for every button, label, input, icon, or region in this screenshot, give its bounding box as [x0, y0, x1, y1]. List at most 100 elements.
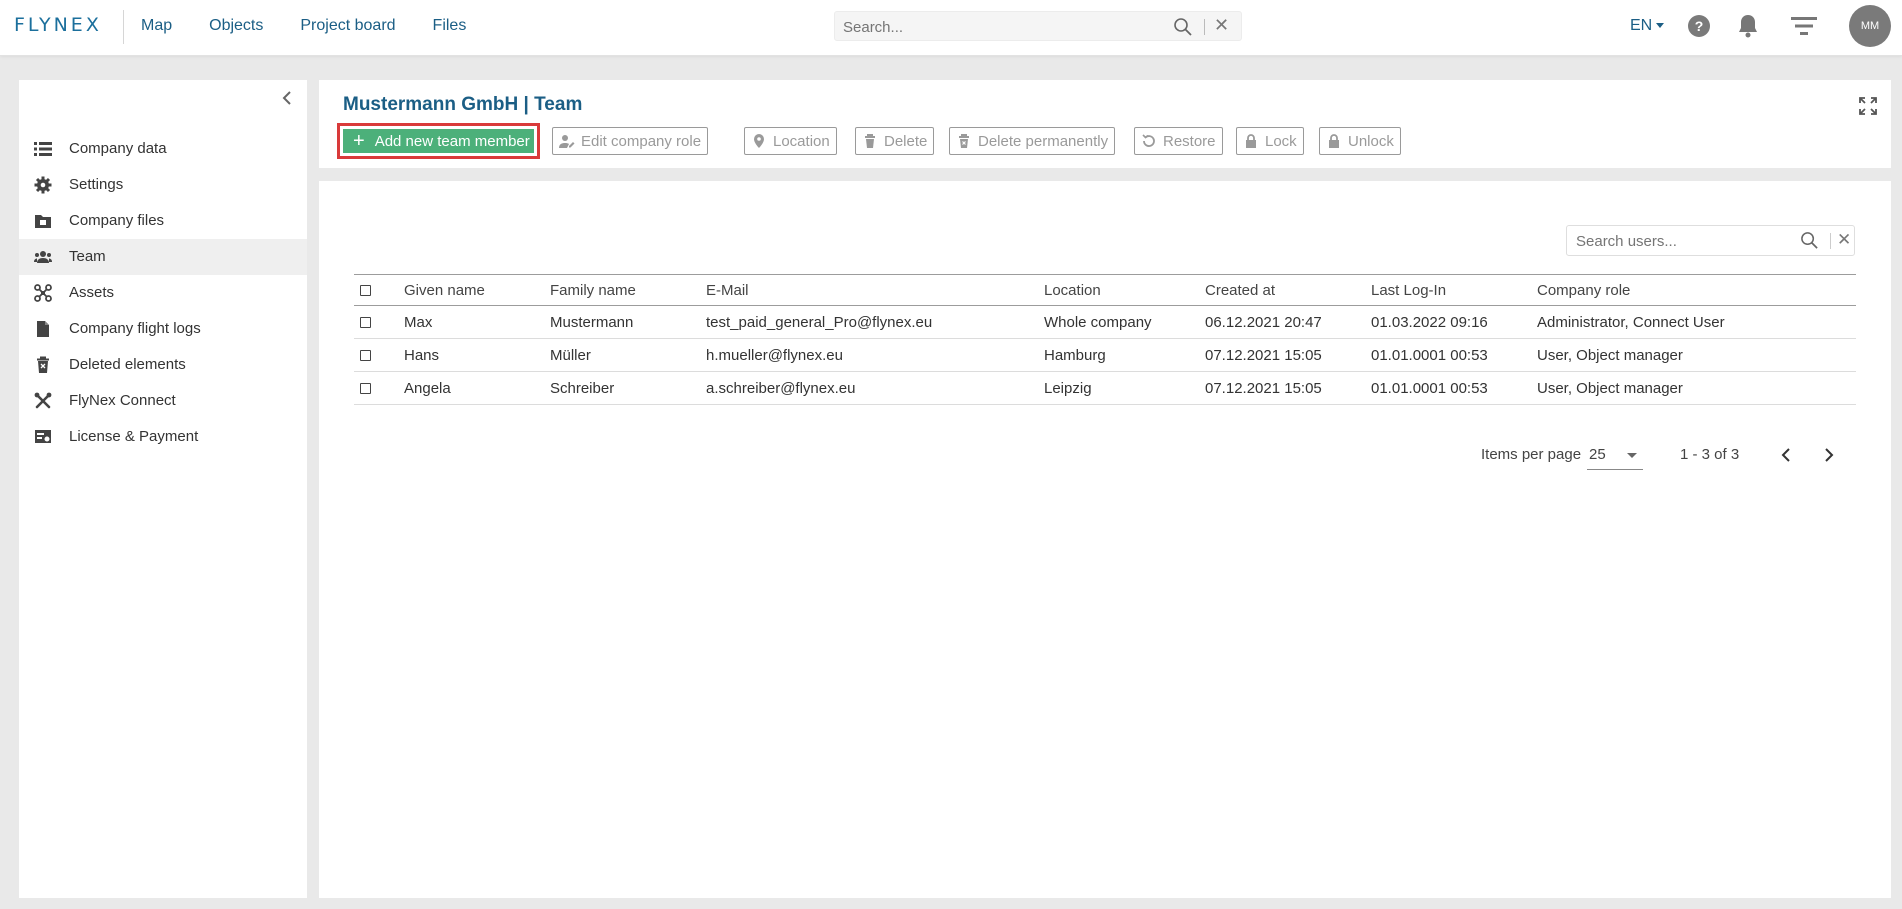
column-header[interactable]: Family name — [550, 274, 706, 306]
select-all-checkbox[interactable] — [360, 285, 371, 297]
table-row[interactable]: Max Mustermann test_paid_general_Pro@fly… — [354, 305, 1856, 339]
restore-label: Restore — [1163, 132, 1216, 150]
license-icon — [35, 430, 51, 443]
search-divider — [1830, 233, 1831, 249]
avatar[interactable]: MM — [1849, 5, 1891, 47]
sidebar-item-label: Assets — [69, 284, 115, 301]
company-role-cell: User, Object manager — [1537, 338, 1856, 372]
add-button-highlight: + Add new team member — [337, 123, 540, 159]
sidebar-item-label: Settings — [69, 176, 124, 193]
last-login-cell: 01.01.0001 00:53 — [1371, 338, 1537, 372]
table-header-row: Given name Family name E-Mail Location C… — [354, 274, 1856, 306]
created-at-cell: 06.12.2021 20:47 — [1205, 305, 1371, 339]
edit-company-role-button[interactable]: Edit company role — [552, 127, 709, 155]
sidebar-item-company-files[interactable]: Company files — [19, 203, 307, 239]
delete-permanently-label: Delete permanently — [978, 132, 1109, 150]
column-header[interactable]: Created at — [1205, 274, 1371, 306]
edit-company-role-label: Edit company role — [581, 132, 702, 150]
delete-permanently-button[interactable]: Delete permanently — [949, 127, 1116, 155]
team-panel: ✕ Given name Family name E-Mail Location… — [319, 181, 1891, 898]
sidebar: Company data Settings Company files Team… — [19, 80, 307, 898]
select-all-cell — [354, 274, 404, 306]
flynex-logo[interactable]: FLYNEX — [14, 14, 102, 36]
delete-button[interactable]: Delete — [855, 127, 935, 155]
trash-icon — [865, 134, 875, 148]
chevron-left-icon[interactable] — [1778, 446, 1796, 464]
search-icon[interactable] — [1800, 231, 1819, 250]
chevron-right-icon[interactable] — [1819, 446, 1837, 464]
column-header[interactable]: E-Mail — [706, 274, 1044, 306]
search-icon[interactable] — [1173, 17, 1193, 37]
plus-icon: + — [353, 130, 365, 152]
company-role-cell: User, Object manager — [1537, 371, 1856, 405]
global-search: ✕ — [834, 11, 1242, 41]
sidebar-item-label: Company flight logs — [69, 320, 201, 337]
company-role-cell: Administrator, Connect User — [1537, 305, 1856, 339]
unlock-label: Unlock — [1348, 132, 1394, 150]
items-per-page-label: Items per page — [1481, 446, 1582, 463]
sidebar-item-deleted-elements[interactable]: Deleted elements — [19, 347, 307, 383]
column-header[interactable]: Last Log-In — [1371, 274, 1537, 306]
unlock-icon — [1329, 134, 1339, 148]
sidebar-item-company-data[interactable]: Company data — [19, 131, 307, 167]
language-selector[interactable]: EN — [1630, 17, 1665, 35]
drone-icon — [34, 284, 52, 302]
lock-label: Lock — [1265, 132, 1297, 150]
clear-icon[interactable]: ✕ — [1837, 230, 1851, 250]
filter-icon[interactable] — [1790, 14, 1818, 38]
column-header[interactable]: Location — [1044, 274, 1205, 306]
nav-objects[interactable]: Objects — [209, 17, 263, 35]
items-per-page-value: 25 — [1589, 446, 1606, 463]
help-icon[interactable]: ? — [1688, 15, 1710, 37]
table-row[interactable]: Angela Schreiber a.schreiber@flynex.eu L… — [354, 371, 1856, 405]
given-name-cell: Max — [404, 305, 550, 339]
add-team-member-button[interactable]: + Add new team member — [343, 129, 534, 153]
column-header[interactable]: Given name — [404, 274, 550, 306]
clear-icon[interactable]: ✕ — [1214, 15, 1229, 36]
chevron-left-icon[interactable] — [277, 88, 297, 108]
nav-files[interactable]: Files — [433, 17, 467, 35]
nav-map[interactable]: Map — [141, 17, 172, 35]
location-cell: Whole company — [1044, 305, 1205, 339]
bell-icon[interactable] — [1736, 13, 1760, 39]
family-name-cell: Müller — [550, 338, 706, 372]
last-login-cell: 01.03.2022 09:16 — [1371, 305, 1537, 339]
sidebar-item-license-payment[interactable]: License & Payment — [19, 419, 307, 455]
column-header[interactable]: Company role — [1537, 274, 1856, 306]
user-search-input[interactable] — [1576, 231, 1796, 251]
user-search: ✕ — [1566, 225, 1855, 256]
row-checkbox[interactable] — [360, 317, 371, 329]
given-name-cell: Angela — [404, 371, 550, 405]
lock-button[interactable]: Lock — [1236, 127, 1304, 155]
items-per-page-select[interactable]: 25 — [1587, 440, 1643, 470]
table-row[interactable]: Hans Müller h.mueller@flynex.eu Hamburg … — [354, 338, 1856, 372]
sidebar-item-flynex-connect[interactable]: FlyNex Connect — [19, 383, 307, 419]
row-checkbox[interactable] — [360, 350, 371, 362]
trash-icon — [37, 356, 49, 373]
last-login-cell: 01.01.0001 00:53 — [1371, 371, 1537, 405]
expand-icon[interactable] — [1858, 96, 1878, 116]
location-button[interactable]: Location — [744, 127, 837, 155]
sidebar-item-label: Deleted elements — [69, 356, 186, 373]
row-checkbox[interactable] — [360, 383, 371, 395]
map-pin-icon — [754, 134, 764, 148]
unlock-button[interactable]: Unlock — [1319, 127, 1401, 155]
lock-icon — [1246, 134, 1256, 148]
top-navigation: Map Objects Project board Files — [141, 17, 503, 35]
sidebar-menu: Company data Settings Company files Team… — [19, 131, 307, 455]
document-icon — [37, 321, 49, 337]
tools-icon — [34, 392, 52, 409]
given-name-cell: Hans — [404, 338, 550, 372]
add-team-member-label: Add new team member — [374, 132, 530, 150]
sidebar-item-assets[interactable]: Assets — [19, 275, 307, 311]
sidebar-item-settings[interactable]: Settings — [19, 167, 307, 203]
family-name-cell: Mustermann — [550, 305, 706, 339]
sidebar-item-company-flight-logs[interactable]: Company flight logs — [19, 311, 307, 347]
created-at-cell: 07.12.2021 15:05 — [1205, 338, 1371, 372]
sidebar-item-team[interactable]: Team — [19, 239, 307, 275]
global-search-input[interactable] — [843, 16, 1163, 38]
nav-project-board[interactable]: Project board — [300, 17, 395, 35]
restore-icon — [1142, 134, 1155, 147]
restore-button[interactable]: Restore — [1134, 127, 1223, 155]
family-name-cell: Schreiber — [550, 371, 706, 405]
